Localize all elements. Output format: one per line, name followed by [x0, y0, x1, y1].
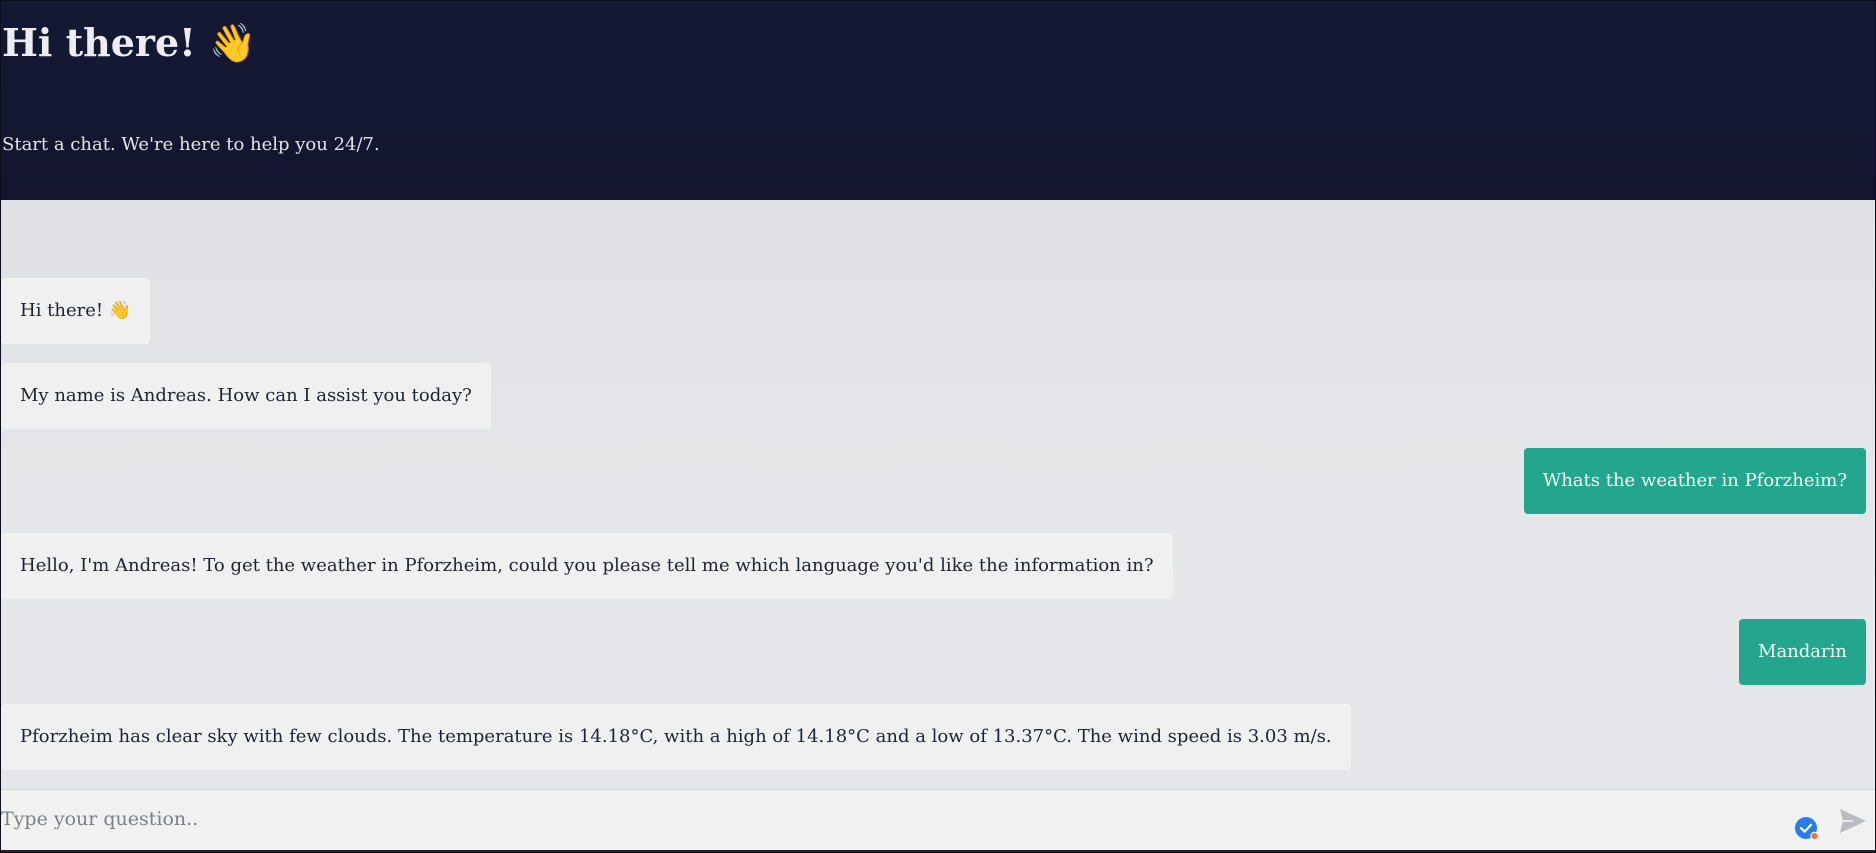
send-icon[interactable]: [1839, 808, 1867, 834]
bot-message: Pforzheim has clear sky with few clouds.…: [1, 704, 1351, 770]
bot-message: My name is Andreas. How can I assist you…: [1, 363, 491, 429]
bot-message: Hello, I'm Andreas! To get the weather i…: [1, 533, 1173, 599]
bot-message: Hi there! 👋: [1, 278, 151, 344]
user-message: Whats the weather in Pforzheim?: [1523, 448, 1866, 514]
header-subtitle: Start a chat. We're here to help you 24/…: [2, 134, 380, 155]
check-badge-icon[interactable]: [1795, 816, 1819, 840]
message-list[interactable]: Hi there! 👋 My name is Andreas. How can …: [1, 200, 1875, 789]
chat-widget: Hi there! 👋 Start a chat. We're here to …: [0, 0, 1876, 853]
composer: [1, 789, 1875, 850]
question-input[interactable]: [1, 790, 1781, 848]
user-message: Mandarin: [1739, 619, 1866, 685]
chat-header: Hi there! 👋 Start a chat. We're here to …: [1, 1, 1875, 200]
header-title: Hi there! 👋: [2, 20, 257, 65]
